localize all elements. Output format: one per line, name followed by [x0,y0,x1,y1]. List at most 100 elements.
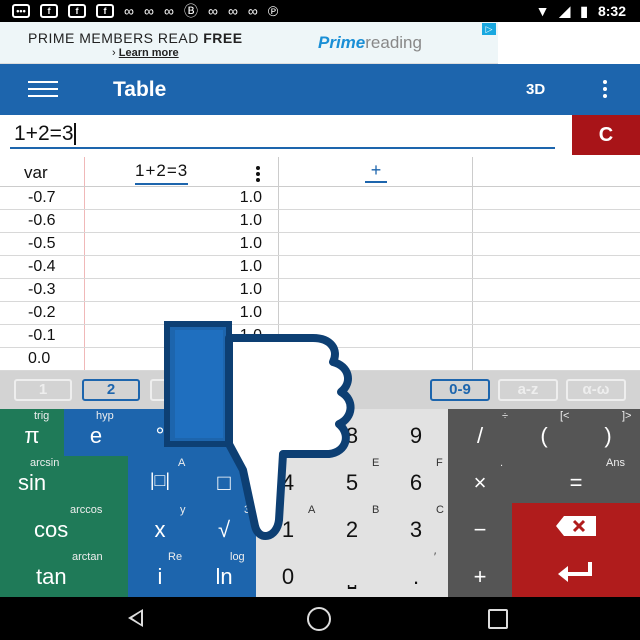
key-sup: F [436,457,443,469]
tab-greek[interactable]: α-ω [566,379,626,401]
table-row[interactable]: -0.7 1.0 [0,187,640,210]
android-nav-bar [0,597,640,640]
key-9[interactable]: 9 [384,409,448,456]
row-function-value: 1.0 [239,281,262,298]
facebook-icon: f [68,4,86,18]
key-6[interactable]: F6 [384,456,448,503]
row-var-value: -0.7 [28,189,56,206]
row-function-value: 1.0 [239,235,262,252]
key-label: i [157,564,163,589]
ad-banner[interactable]: PRIME MEMBERS READ FREE › Learn more Pri… [0,22,498,64]
key-space[interactable]: ⎵ [320,550,384,597]
key-label: 0 [281,564,295,589]
tab-keypad-1[interactable]: 1 [14,379,72,401]
backspace-icon [556,516,596,536]
key-label: 3 [409,517,423,542]
key-equals[interactable]: Ans = [512,456,640,503]
thumbs-down-icon [164,321,355,540]
key-pi[interactable]: trig π [0,409,64,456]
key-ln[interactable]: log ln [192,550,256,597]
b-icon: Ⓑ [183,3,198,19]
key-sup: Re [168,551,183,563]
key-i[interactable]: Re i [128,550,192,597]
key-sup: ′ [434,551,437,563]
text-caret [73,123,76,146]
expression-row: 1+2=3 [0,115,640,155]
message-icon: ••• [12,4,30,18]
key-dot[interactable]: ′. [384,550,448,597]
row-var-value: -0.4 [28,258,56,275]
key-plus[interactable]: + [448,550,512,597]
home-icon[interactable] [307,607,331,631]
key-enter[interactable] [512,550,640,597]
facebook-icon: f [96,4,114,18]
key-label: 9 [409,423,423,448]
table-row[interactable]: -0.4 1.0 [0,256,640,279]
key-sup: E [372,457,380,469]
key-label: . [412,564,420,589]
ad-choices-icon[interactable]: ▷ [482,23,496,35]
expression-input[interactable]: 1+2=3 [10,121,555,149]
key-label: × [473,470,487,495]
overflow-menu-icon[interactable] [600,80,610,100]
key-tan[interactable]: arctan tan [0,550,128,597]
tab-digits[interactable]: 0-9 [430,379,490,401]
key-cos[interactable]: arccos cos [0,503,128,550]
key-sup: ÷ [502,410,509,422]
tab-keypad-2[interactable]: 2 [82,379,140,401]
key-label: ⎵ [347,564,357,589]
row-var-value: -0.6 [28,212,56,229]
notification-icons: ••• f f f ∞ ∞ ∞ Ⓑ ∞ ∞ ∞ ℗ [12,1,278,21]
ad-learn-more[interactable]: › Learn more [112,47,179,59]
key-e[interactable]: hyp e [64,409,128,456]
key-label: 6 [409,470,423,495]
battery-icon: ▮ [580,2,588,19]
key-close-paren[interactable]: ]>) [576,409,640,456]
key-sup: ]> [622,410,632,422]
key-sup: trig [34,410,50,422]
key-label: ) [604,423,612,448]
link-icon: ∞ [227,3,238,19]
row-var-value: -0.1 [28,327,56,344]
system-icons: ▼ ◢ ▮ 8:32 [536,3,626,20]
key-sin-ext[interactable] [64,456,128,503]
row-var-value: -0.3 [28,281,56,298]
key-sup: . [500,457,504,469]
key-multiply[interactable]: . × [448,456,512,503]
key-label: π [24,423,40,448]
row-function-value: 1.0 [239,189,262,206]
key-0[interactable]: 0 [256,550,320,597]
key-sin[interactable]: arcsin sin [0,456,64,503]
link-icon: ∞ [163,3,174,19]
key-label: cos [34,517,69,542]
key-minus[interactable]: − [448,503,512,550]
key-3[interactable]: C3 [384,503,448,550]
column-menu-icon[interactable] [256,166,262,184]
header-function[interactable]: 1+2=3 [135,161,189,185]
ad-brand-logo: Primereading [318,33,422,52]
table-row[interactable]: -0.6 1.0 [0,210,640,233]
app-toolbar: Table 3D [0,64,640,115]
hamburger-menu-icon[interactable] [28,81,58,97]
key-label: tan [36,564,67,589]
key-backspace[interactable] [512,503,640,550]
add-column-button[interactable]: + [365,160,387,183]
recent-apps-icon[interactable] [488,609,508,629]
wifi-icon: ▼ [535,3,550,19]
signal-icon: ◢ [559,2,571,19]
key-sup: arctan [72,551,103,563]
tab-letters[interactable]: a-z [498,379,558,401]
key-open-paren[interactable]: [< ( [512,409,576,456]
key-divide[interactable]: ÷ / [448,409,512,456]
key-sup: Ans [606,457,625,469]
clear-button[interactable]: C [572,115,640,155]
key-sup: [< [560,410,570,422]
header-var: var [24,163,48,182]
table-row[interactable]: -0.5 1.0 [0,233,640,256]
key-sup: log [230,551,245,563]
table-row[interactable]: -0.3 1.0 [0,279,640,302]
link-icon: ∞ [247,3,258,19]
page-title: Table [113,78,167,101]
view-3d-button[interactable]: 3D [526,81,545,98]
back-icon[interactable] [128,609,143,627]
